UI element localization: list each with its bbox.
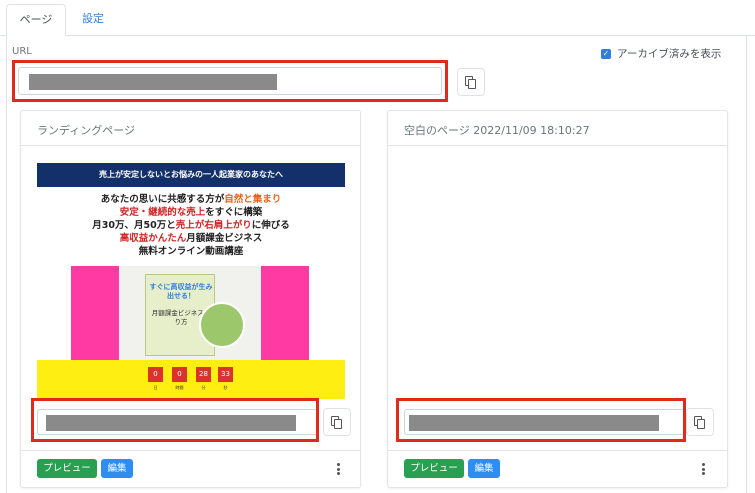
card-footer-divider: [21, 450, 360, 451]
highlight-landing-url: [31, 398, 319, 442]
product-disc: [199, 302, 245, 348]
copy-url-button[interactable]: [686, 408, 714, 436]
landing-page-thumbnail[interactable]: 売上が安定しないとお悩みの一人起業家のあなたへ あなたの思いに共感する方が自然と…: [37, 163, 345, 399]
tab-settings[interactable]: 設定: [70, 4, 116, 36]
edit-button[interactable]: 編集: [101, 459, 133, 478]
preview-button[interactable]: プレビュー: [404, 459, 464, 478]
tab-page[interactable]: ページ: [6, 4, 66, 36]
thumbnail-product-visual: すぐに高収益が生み出せる！ 月額課金ビジネス作り方: [71, 266, 309, 360]
copy-url-button[interactable]: [457, 68, 485, 96]
thumbnail-line-1: あなたの思いに共感する方が自然と集まり: [100, 194, 282, 205]
highlight-blank-url: [396, 398, 686, 442]
kebab-menu-icon[interactable]: [337, 463, 341, 475]
thumbnail-line-3: 月30万、月50万と売上が右肩上がりに伸びる: [92, 220, 290, 231]
url-label: URL: [12, 46, 32, 57]
card-title: 空白のページ 2022/11/09 18:10:27: [404, 124, 590, 137]
tab-bar: ページ 設定: [0, 0, 755, 36]
thumbnail-line-4: 高収益かんたん月額課金ビジネス: [119, 233, 263, 244]
edit-button[interactable]: 編集: [468, 459, 500, 478]
copy-icon: [331, 415, 343, 429]
thumbnail-line-2: 安定・継続的な売上をすぐに構築: [119, 207, 263, 218]
copy-url-button[interactable]: [323, 408, 351, 436]
card-divider: [21, 145, 360, 146]
show-archived-label: アーカイブ済みを表示: [617, 48, 722, 60]
thumbnail-line-5: 無料オンライン動画講座: [138, 246, 244, 257]
card-footer-divider: [388, 450, 727, 451]
show-archived-toggle[interactable]: ✓ アーカイブ済みを表示: [601, 46, 721, 61]
highlight-url-field: [12, 60, 448, 102]
copy-icon: [465, 75, 477, 89]
product-package: すぐに高収益が生み出せる！ 月額課金ビジネス作り方: [119, 266, 261, 360]
countdown-timer: 0 0 28 33 日 時間 分 秒: [37, 360, 345, 399]
preview-button[interactable]: プレビュー: [37, 459, 97, 478]
copy-icon: [694, 415, 706, 429]
checkbox-checked-icon[interactable]: ✓: [601, 48, 611, 59]
thumbnail-banner: 売上が安定しないとお悩みの一人起業家のあなたへ: [37, 163, 345, 187]
kebab-menu-icon[interactable]: [702, 463, 706, 475]
card-divider: [388, 145, 727, 146]
card-title: ランディングページ: [37, 124, 136, 137]
